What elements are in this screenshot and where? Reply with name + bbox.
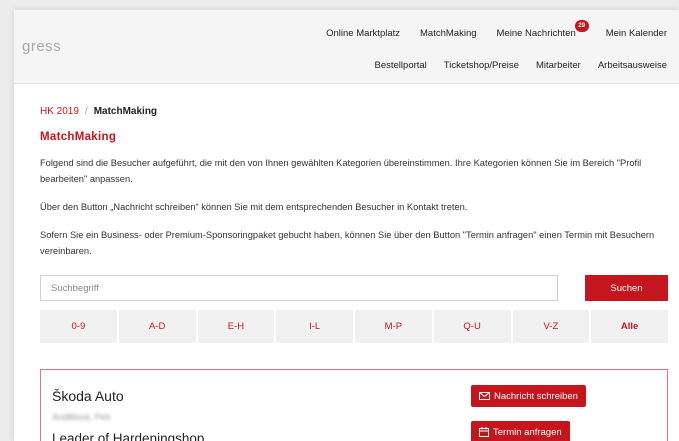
page: gress Online Marktplatz MatchMaking Mein… — [14, 10, 679, 441]
filter-q-u[interactable]: Q-U — [434, 310, 513, 343]
filter-m-p[interactable]: M-P — [355, 310, 434, 343]
intro-paragraph: Folgend sind die Besucher aufgeführt, di… — [40, 158, 642, 184]
visitor-contact-name: Andělová, Petr — [52, 412, 112, 422]
filter-v-z[interactable]: V-Z — [513, 310, 592, 343]
visitor-card: Škoda Auto Andělová, Petr Leader of Hard… — [40, 369, 668, 441]
visitor-company: Škoda Auto — [52, 388, 124, 404]
logo[interactable]: gress — [22, 38, 61, 55]
send-message-button[interactable]: Nachricht schreiben — [471, 385, 586, 407]
nav-bestellportal[interactable]: Bestellportal — [375, 60, 427, 71]
appointment-info-paragraph: Sofern Sie ein Business- oder Premium-Sp… — [40, 230, 655, 256]
breadcrumb-current: MatchMaking — [93, 106, 158, 117]
calendar-icon — [479, 427, 489, 437]
request-appointment-button[interactable]: Termin anfragen — [471, 421, 570, 441]
filter-e-h[interactable]: E-H — [198, 310, 277, 343]
header: gress Online Marktplatz MatchMaking Mein… — [14, 10, 679, 84]
nav-mein-kalender[interactable]: Mein Kalender — [606, 28, 667, 39]
nav-mitarbeiter[interactable]: Mitarbeiter — [536, 60, 581, 71]
breadcrumb-home[interactable]: HK 2019 — [40, 106, 79, 117]
filter-a-d[interactable]: A-D — [119, 310, 198, 343]
breadcrumb-separator: / — [84, 106, 88, 117]
nav-ticketshop-preise[interactable]: Ticketshop/Preise — [444, 60, 519, 71]
message-info-paragraph: Über den Button „Nachricht schreiben“ kö… — [40, 202, 468, 212]
main-content: HK 2019 / MatchMaking MatchMaking Folgend … — [40, 84, 668, 441]
page-title: MatchMaking — [40, 131, 117, 143]
filter-alle[interactable]: Alle — [591, 310, 668, 343]
filter-0-9[interactable]: 0-9 — [40, 310, 119, 343]
request-appointment-label: Termin anfragen — [493, 426, 562, 438]
visitor-role: Leader of Hardeningshop — [52, 431, 205, 441]
nav-online-marktplatz[interactable]: Online Marktplatz — [326, 28, 400, 39]
alphabet-filter: 0-9 A-D E-H I-L M-P Q-U V-Z Alle — [40, 310, 668, 343]
filter-i-l[interactable]: I-L — [276, 310, 355, 343]
messages-count-badge: 29 — [574, 20, 589, 32]
breadcrumb: HK 2019 / MatchMaking — [40, 106, 668, 117]
nav-arbeitsausweise[interactable]: Arbeitsausweise — [598, 60, 667, 71]
nav-matchmaking[interactable]: MatchMaking — [420, 28, 477, 39]
search-input[interactable] — [40, 275, 558, 301]
search-button[interactable]: Suchen — [585, 275, 668, 301]
envelope-icon — [479, 392, 490, 400]
send-message-label: Nachricht schreiben — [494, 390, 578, 402]
bottom-nav: Bestellportal Ticketshop/Preise Mitarbei… — [375, 60, 667, 71]
nav-meine-nachrichten[interactable]: Meine Nachrichten 29 — [496, 20, 589, 39]
nav-meine-nachrichten-label: Meine Nachrichten — [496, 28, 576, 39]
top-nav: Online Marktplatz MatchMaking Meine Nach… — [326, 20, 667, 39]
search-row: Suchen — [40, 275, 668, 301]
